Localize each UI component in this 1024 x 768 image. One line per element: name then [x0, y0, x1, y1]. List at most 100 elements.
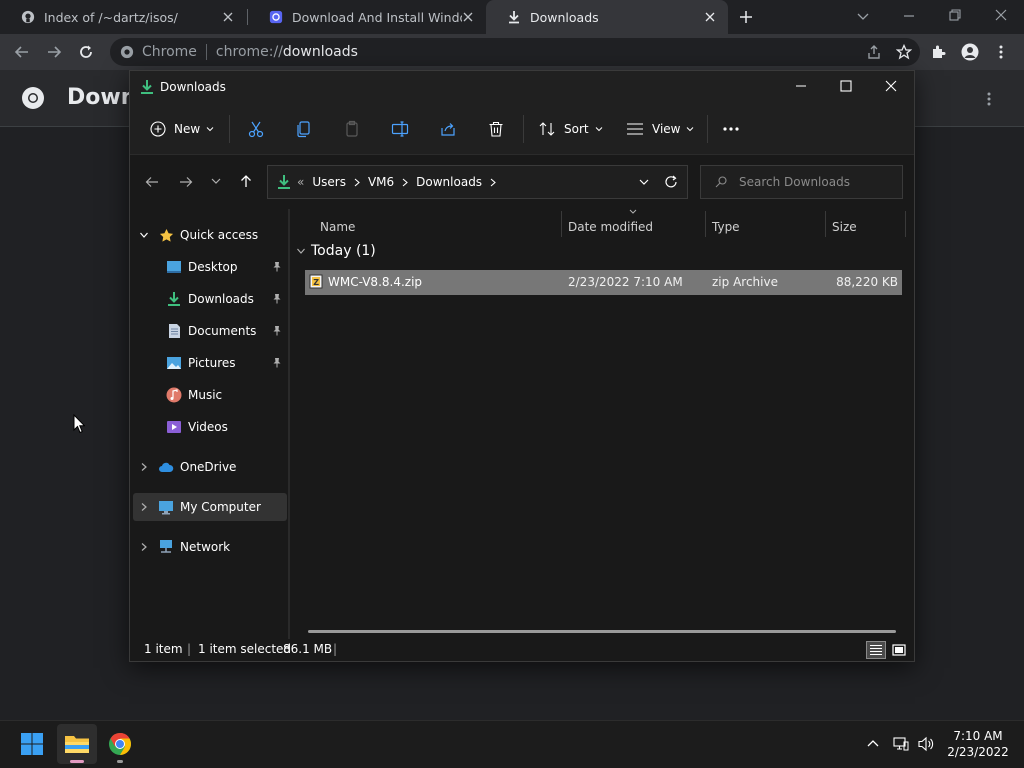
maximize-button[interactable] — [839, 79, 853, 93]
recent-locations-button[interactable] — [210, 175, 222, 187]
taskbar-chrome[interactable] — [100, 724, 140, 764]
bookmark-star-icon[interactable] — [896, 44, 912, 60]
tab-downloads[interactable]: Downloads — [486, 0, 728, 34]
page-menu-button[interactable] — [986, 91, 992, 107]
network-monitor-icon — [893, 737, 909, 751]
tiles-view-button[interactable] — [890, 641, 908, 659]
file-explorer-window: Downloads New Sort View « Users VM6 Down… — [129, 70, 915, 662]
nav-desktop[interactable]: Desktop — [166, 253, 288, 281]
close-icon[interactable] — [220, 9, 236, 25]
close-icon[interactable] — [702, 9, 718, 25]
minimize-icon — [796, 85, 806, 87]
volume-button[interactable] — [917, 736, 935, 752]
refresh-button[interactable] — [664, 175, 678, 189]
taskbar-file-explorer[interactable] — [57, 724, 97, 764]
address-segment-downloads[interactable]: Downloads — [416, 175, 482, 189]
rename-button[interactable] — [391, 115, 409, 143]
pin-icon[interactable] — [272, 293, 282, 304]
address-bar[interactable]: « Users VM6 Downloads — [267, 165, 688, 199]
forward-button[interactable] — [178, 174, 194, 190]
restore-button[interactable] — [948, 8, 962, 22]
chrome-menu-button[interactable] — [998, 44, 1004, 60]
column-header-size[interactable]: Size — [832, 215, 902, 239]
new-button[interactable]: New — [150, 115, 214, 143]
column-header-name[interactable]: Name — [320, 215, 560, 239]
minimize-button[interactable] — [902, 9, 916, 23]
tab-install-windows[interactable]: Download And Install Windows M — [248, 0, 486, 34]
back-button[interactable] — [14, 44, 30, 60]
pin-icon[interactable] — [272, 261, 282, 272]
profile-button[interactable] — [961, 43, 979, 61]
nav-network[interactable]: Network — [136, 533, 286, 561]
chevron-right-icon[interactable] — [136, 459, 152, 475]
nav-label: OneDrive — [180, 460, 237, 474]
close-button[interactable] — [884, 79, 898, 93]
network-icon — [158, 539, 174, 555]
address-segment-users[interactable]: Users — [312, 175, 346, 189]
address-history-dropdown[interactable] — [638, 176, 650, 188]
omnibox-separator — [205, 44, 207, 60]
videos-icon — [166, 419, 182, 435]
extensions-button[interactable] — [930, 44, 946, 60]
details-view-button[interactable] — [866, 641, 886, 659]
column-divider[interactable] — [705, 211, 706, 237]
tab-search-button[interactable] — [856, 9, 870, 23]
chrome-logo-icon — [21, 86, 45, 110]
nav-downloads[interactable]: Downloads — [166, 285, 288, 313]
tray-overflow-button[interactable] — [866, 737, 880, 749]
download-icon — [506, 9, 522, 25]
nav-documents[interactable]: Documents — [166, 317, 288, 345]
minimize-button[interactable] — [794, 79, 808, 93]
close-window-button[interactable] — [994, 8, 1008, 22]
status-separator: | — [333, 642, 338, 656]
address-segment-vm6[interactable]: VM6 — [368, 175, 394, 189]
pin-icon[interactable] — [272, 325, 282, 336]
omnibox[interactable]: Chrome chrome:// downloads — [110, 38, 920, 66]
paste-button[interactable] — [343, 115, 361, 143]
pin-icon[interactable] — [272, 357, 282, 368]
horizontal-scrollbar[interactable] — [308, 630, 896, 633]
search-box[interactable]: Search Downloads — [700, 165, 903, 199]
nav-my-computer[interactable]: My Computer — [133, 493, 287, 521]
arrow-left-icon — [145, 177, 158, 187]
more-options-button[interactable] — [722, 115, 740, 143]
cut-button[interactable] — [247, 115, 265, 143]
column-header-type[interactable]: Type — [712, 215, 822, 239]
nav-quick-access[interactable]: Quick access — [136, 221, 286, 249]
column-header-date[interactable]: Date modified — [568, 215, 704, 239]
close-icon[interactable] — [460, 9, 476, 25]
status-item-count: 1 item — [144, 642, 183, 656]
chevron-right-icon[interactable] — [136, 499, 152, 515]
tab-isos-index[interactable]: Index of /~dartz/isos/ — [0, 0, 246, 34]
new-tab-button[interactable] — [738, 9, 756, 27]
share-button[interactable] — [439, 115, 457, 143]
taskbar-clock[interactable]: 7:10 AM 2/23/2022 — [938, 728, 1018, 760]
back-button[interactable] — [144, 174, 160, 190]
address-overflow[interactable]: « — [297, 175, 304, 189]
forward-button[interactable] — [46, 44, 62, 60]
delete-button[interactable] — [487, 115, 505, 143]
nav-videos[interactable]: Videos — [166, 413, 288, 441]
sort-button[interactable]: Sort — [538, 115, 603, 143]
start-button[interactable] — [12, 724, 52, 764]
copy-button[interactable] — [295, 115, 313, 143]
trash-icon — [489, 121, 503, 137]
nav-music[interactable]: Music — [166, 381, 288, 409]
file-row[interactable]: Z WMC-V8.8.4.zip 2/23/2022 7:10 AM zip A… — [305, 270, 902, 295]
reload-button[interactable] — [78, 44, 94, 60]
group-header-today[interactable]: Today (1) — [296, 243, 376, 259]
chevron-right-icon[interactable] — [136, 539, 152, 555]
nav-onedrive[interactable]: OneDrive — [136, 453, 286, 481]
network-status-button[interactable] — [893, 736, 909, 752]
pictures-icon — [166, 355, 182, 371]
column-divider[interactable] — [905, 211, 906, 237]
share-icon[interactable] — [866, 44, 882, 60]
scissors-icon — [248, 121, 264, 138]
column-divider[interactable] — [825, 211, 826, 237]
nav-pictures[interactable]: Pictures — [166, 349, 288, 377]
up-button[interactable] — [238, 173, 254, 189]
file-date: 2/23/2022 7:10 AM — [568, 275, 683, 289]
view-button[interactable]: View — [626, 115, 694, 143]
chevron-down-icon[interactable] — [136, 227, 152, 243]
column-divider[interactable] — [561, 211, 562, 237]
